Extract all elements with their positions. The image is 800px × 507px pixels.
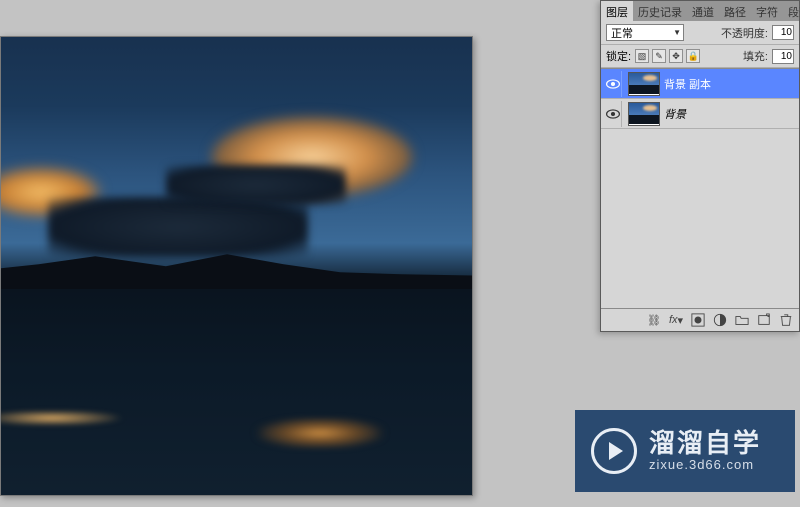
new-layer-button[interactable] (755, 312, 773, 328)
layer-name-label: 背景 (664, 106, 686, 122)
reflection-decoration (1, 411, 117, 426)
visibility-toggle[interactable] (604, 101, 622, 127)
fill-input[interactable]: 10 (772, 49, 794, 64)
blend-mode-select[interactable]: 正常 ▼ (606, 24, 684, 41)
link-layers-button[interactable]: ⛓ (645, 312, 663, 328)
water-decoration (1, 289, 472, 495)
add-mask-button[interactable] (689, 312, 707, 328)
new-group-button[interactable] (733, 312, 751, 328)
lock-all-icon[interactable]: 🔒 (686, 49, 700, 63)
lock-icon-group: ▧ ✎ ✥ 🔒 (635, 49, 700, 63)
visibility-toggle[interactable] (604, 71, 622, 97)
blend-mode-value: 正常 (611, 25, 633, 41)
watermark-badge: 溜溜自学 zixue.3d66.com (575, 410, 795, 492)
opacity-label: 不透明度: (721, 25, 768, 41)
adjustment-layer-button[interactable] (711, 312, 729, 328)
lock-fill-row: 锁定: ▧ ✎ ✥ 🔒 填充: 10 (601, 45, 799, 68)
badge-title: 溜溜自学 (649, 429, 761, 459)
tab-layers[interactable]: 图层 (601, 1, 633, 21)
cloud-decoration (166, 165, 346, 205)
opacity-input[interactable]: 10 (772, 25, 794, 40)
layer-row[interactable]: 背景 (601, 99, 799, 129)
reflection-decoration (260, 418, 380, 448)
mountain-decoration (1, 252, 472, 292)
layers-empty-area[interactable] (601, 129, 799, 309)
layer-thumbnail[interactable] (628, 102, 660, 126)
layers-list: 背景 副本 背景 (601, 68, 799, 309)
layer-effects-button[interactable]: fx▾ (667, 312, 685, 328)
panel-tabs: 图层 历史记录 通道 路径 字符 段落 (601, 1, 799, 21)
tab-paragraph[interactable]: 段落 (783, 1, 800, 21)
delete-layer-button[interactable] (777, 312, 795, 328)
tab-character[interactable]: 字符 (751, 1, 783, 21)
tab-history[interactable]: 历史记录 (633, 1, 687, 21)
layer-thumbnail[interactable] (628, 72, 660, 96)
tab-paths[interactable]: 路径 (719, 1, 751, 21)
layer-row[interactable]: 背景 副本 (601, 69, 799, 99)
fill-label: 填充: (743, 48, 768, 64)
chevron-down-icon: ▼ (673, 28, 681, 37)
document-canvas[interactable] (0, 36, 473, 496)
eye-icon (606, 79, 620, 89)
lock-transparency-icon[interactable]: ▧ (635, 49, 649, 63)
cloud-decoration (48, 197, 308, 257)
lock-label: 锁定: (606, 48, 631, 64)
layers-panel: 图层 历史记录 通道 路径 字符 段落 正常 ▼ 不透明度: 10 锁定: ▧ … (600, 0, 800, 332)
canvas-image (1, 37, 472, 495)
badge-text: 溜溜自学 zixue.3d66.com (649, 429, 761, 474)
layer-name-label: 背景 副本 (664, 76, 711, 92)
tab-channels[interactable]: 通道 (687, 1, 719, 21)
eye-icon (606, 109, 620, 119)
lock-position-icon[interactable]: ✥ (669, 49, 683, 63)
play-logo-icon (591, 428, 637, 474)
lock-pixels-icon[interactable]: ✎ (652, 49, 666, 63)
layers-panel-footer: ⛓ fx▾ (601, 309, 799, 331)
blend-opacity-row: 正常 ▼ 不透明度: 10 (601, 21, 799, 45)
badge-subtitle: zixue.3d66.com (649, 458, 761, 473)
